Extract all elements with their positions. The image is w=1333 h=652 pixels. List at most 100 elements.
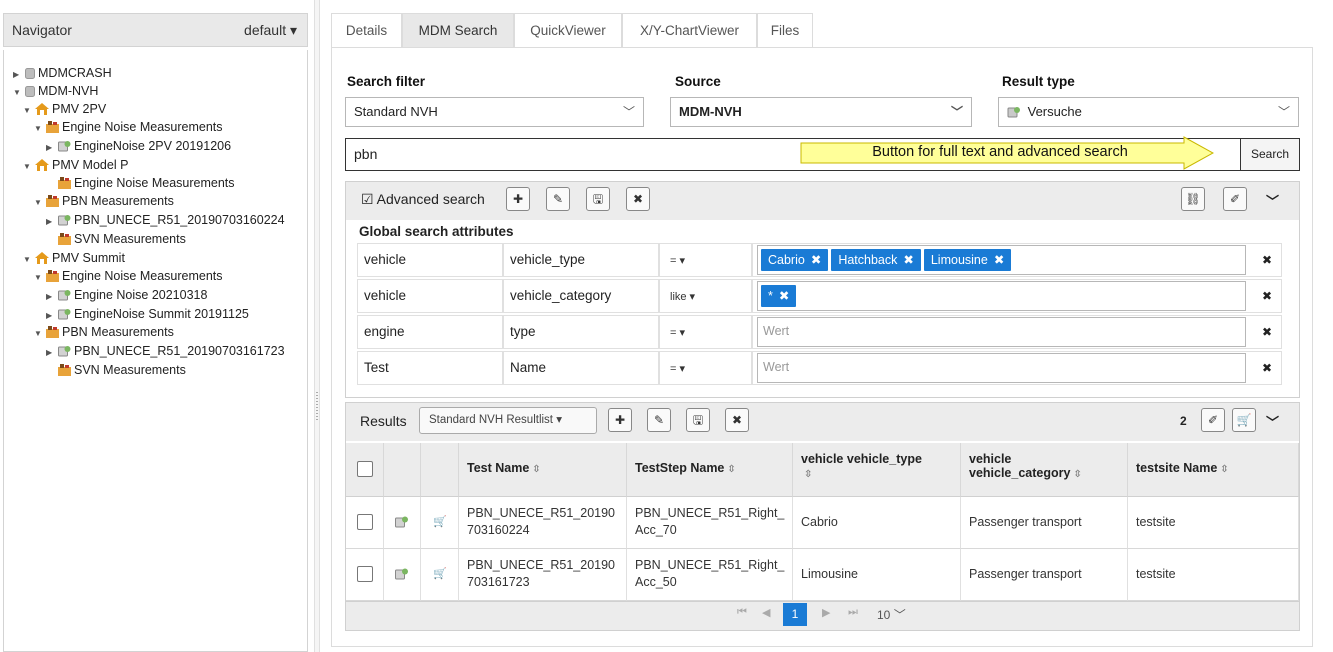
tree-node[interactable]: ▶ PBN_UNECE_R51_20190703160224 [46, 211, 285, 229]
sort-icon[interactable]: ⇳ [1220, 464, 1228, 475]
operator-dropdown[interactable]: = ▾ [670, 255, 685, 267]
tree-node[interactable]: ▶ Engine Noise 20210318 [46, 286, 207, 304]
tab-xy-chartviewer[interactable]: X/Y-ChartViewer [622, 13, 757, 47]
last-page-icon[interactable]: ⏭ [848, 606, 858, 619]
header-spacer [421, 443, 459, 497]
collapsed-arrow-icon[interactable]: ▶ [46, 139, 58, 157]
operator-dropdown[interactable]: like ▾ [670, 291, 695, 303]
search-filter-select[interactable]: Standard NVH ﹀ [345, 97, 644, 127]
page-current[interactable]: 1 [783, 603, 807, 626]
value-input[interactable]: Cabrio ✖ Hatchback ✖ Limousine ✖ [757, 245, 1246, 275]
next-page-icon[interactable]: ▶ [822, 606, 830, 619]
remove-chip-icon[interactable]: ✖ [811, 253, 821, 267]
value-input[interactable]: * ✖ [757, 281, 1246, 311]
edit-icon[interactable]: ✎ [546, 187, 570, 211]
tree-node[interactable]: ▼ PMV Summit [23, 249, 125, 267]
value-input[interactable]: Wert [757, 317, 1246, 347]
page-size-select[interactable]: 10 ﹀ [877, 606, 906, 623]
attribute-name: type [503, 315, 659, 349]
cell-test-name: PBN_UNECE_R51_20190 703160224 [459, 497, 627, 549]
tree-node[interactable]: ▼ Engine Noise Measurements [34, 118, 223, 136]
operator-dropdown[interactable]: = ▾ [670, 327, 685, 339]
expanded-arrow-icon[interactable]: ▼ [23, 158, 35, 176]
tree-node[interactable]: SVN Measurements [46, 361, 186, 379]
column-header[interactable]: vehicle vehicle_category ⇳ [961, 443, 1128, 497]
tree-node[interactable]: ▶ MDMCRASH [13, 64, 112, 82]
remove-row-icon[interactable]: ✖ [1255, 282, 1279, 310]
save-icon[interactable]: 🖫 [586, 187, 610, 211]
advanced-search-checkbox[interactable]: ☑ Advanced search [361, 191, 485, 208]
expanded-arrow-icon[interactable]: ▼ [34, 269, 46, 287]
add-icon[interactable]: ✚ [506, 187, 530, 211]
tree-node[interactable]: ▶ PBN_UNECE_R51_20190703161723 [46, 342, 285, 360]
prev-page-icon[interactable]: ◀ [762, 606, 770, 619]
unlink-icon[interactable]: ⛓ [1181, 187, 1205, 211]
results-label: Results [360, 413, 407, 429]
collapse-chevron-icon[interactable]: ﹀ [1266, 412, 1279, 431]
tree-node[interactable]: ▼ PBN Measurements [34, 323, 174, 341]
collapsed-arrow-icon[interactable]: ▶ [46, 288, 58, 306]
sort-icon[interactable]: ⇳ [532, 464, 540, 475]
navigator-profile-dropdown[interactable]: default ▾ [244, 22, 297, 39]
delete-icon[interactable]: ✖ [626, 187, 650, 211]
first-page-icon[interactable]: ⏮ [737, 606, 747, 619]
eraser-icon[interactable]: ✐ [1223, 187, 1247, 211]
expanded-arrow-icon[interactable]: ▼ [34, 325, 46, 343]
operator-dropdown[interactable]: = ▾ [670, 363, 685, 375]
column-header[interactable]: Test Name ⇳ [459, 443, 627, 497]
tree-node[interactable]: ▶ EngineNoise 2PV 20191206 [46, 137, 231, 155]
search-button[interactable]: Search [1240, 138, 1300, 171]
remove-chip-icon[interactable]: ✖ [994, 253, 1004, 267]
column-header[interactable]: testsite Name ⇳ [1128, 443, 1299, 497]
tree-node[interactable]: ▶ EngineNoise Summit 20191125 [46, 305, 249, 323]
collapsed-arrow-icon[interactable]: ▶ [46, 213, 58, 231]
select-all-checkbox[interactable] [357, 461, 373, 477]
sort-icon[interactable]: ⇳ [727, 464, 735, 475]
save-icon[interactable]: 🖫 [686, 408, 710, 432]
tree-node[interactable]: ▼ PMV 2PV [23, 100, 106, 118]
tab-files[interactable]: Files [757, 13, 813, 47]
edit-icon[interactable]: ✎ [647, 408, 671, 432]
remove-row-icon[interactable]: ✖ [1255, 318, 1279, 346]
remove-row-icon[interactable]: ✖ [1255, 246, 1279, 274]
tree-node[interactable]: ▼ MDM-NVH [13, 82, 98, 100]
row-checkbox[interactable] [357, 514, 373, 530]
value-input[interactable]: Wert [757, 353, 1246, 383]
collapse-chevron-icon[interactable]: ﹀ [1266, 191, 1279, 210]
collapsed-arrow-icon[interactable]: ▶ [46, 344, 58, 362]
cart-icon[interactable]: 🛒 [1232, 408, 1256, 432]
sort-icon[interactable]: ⇳ [804, 469, 812, 480]
tab-quickviewer[interactable]: QuickViewer [514, 13, 622, 47]
column-header[interactable]: TestStep Name ⇳ [627, 443, 793, 497]
column-header[interactable]: vehicle vehicle_type ⇳ [793, 443, 961, 497]
resultlist-dropdown[interactable]: Standard NVH Resultlist ▾ [419, 407, 597, 434]
expanded-arrow-icon[interactable]: ▼ [34, 194, 46, 212]
splitter-grip[interactable] [316, 392, 318, 420]
remove-chip-icon[interactable]: ✖ [903, 253, 913, 267]
add-to-cart-cell[interactable]: 🛒 [421, 549, 459, 601]
tree-node[interactable]: ▼ PBN Measurements [34, 192, 174, 210]
row-checkbox[interactable] [357, 566, 373, 582]
tab-mdm-search[interactable]: MDM Search [402, 13, 514, 47]
attribute-entity: vehicle [357, 279, 503, 313]
tree-node[interactable]: SVN Measurements [46, 230, 186, 248]
result-type-select[interactable]: Versuche ﹀ [998, 97, 1299, 127]
source-select[interactable]: MDM-NVH ﹀ [670, 97, 972, 127]
tree-node[interactable]: ▼ Engine Noise Measurements [34, 267, 223, 285]
cart-icon[interactable]: 🛒 [433, 567, 447, 580]
remove-row-icon[interactable]: ✖ [1255, 354, 1279, 382]
cart-icon[interactable]: 🛒 [433, 515, 447, 528]
tree-node[interactable]: Engine Noise Measurements [46, 174, 235, 192]
tab-details[interactable]: Details [331, 13, 402, 47]
panel-splitter[interactable] [314, 0, 320, 652]
row-select-cell[interactable] [346, 497, 384, 549]
delete-icon[interactable]: ✖ [725, 408, 749, 432]
row-select-cell[interactable] [346, 549, 384, 601]
remove-chip-icon[interactable]: ✖ [779, 289, 789, 303]
add-to-cart-cell[interactable]: 🛒 [421, 497, 459, 549]
sort-icon[interactable]: ⇳ [1073, 469, 1081, 480]
expanded-arrow-icon[interactable]: ▼ [34, 120, 46, 138]
eraser-icon[interactable]: ✐ [1201, 408, 1225, 432]
tree-node[interactable]: ▼ PMV Model P [23, 156, 128, 174]
add-icon[interactable]: ✚ [608, 408, 632, 432]
